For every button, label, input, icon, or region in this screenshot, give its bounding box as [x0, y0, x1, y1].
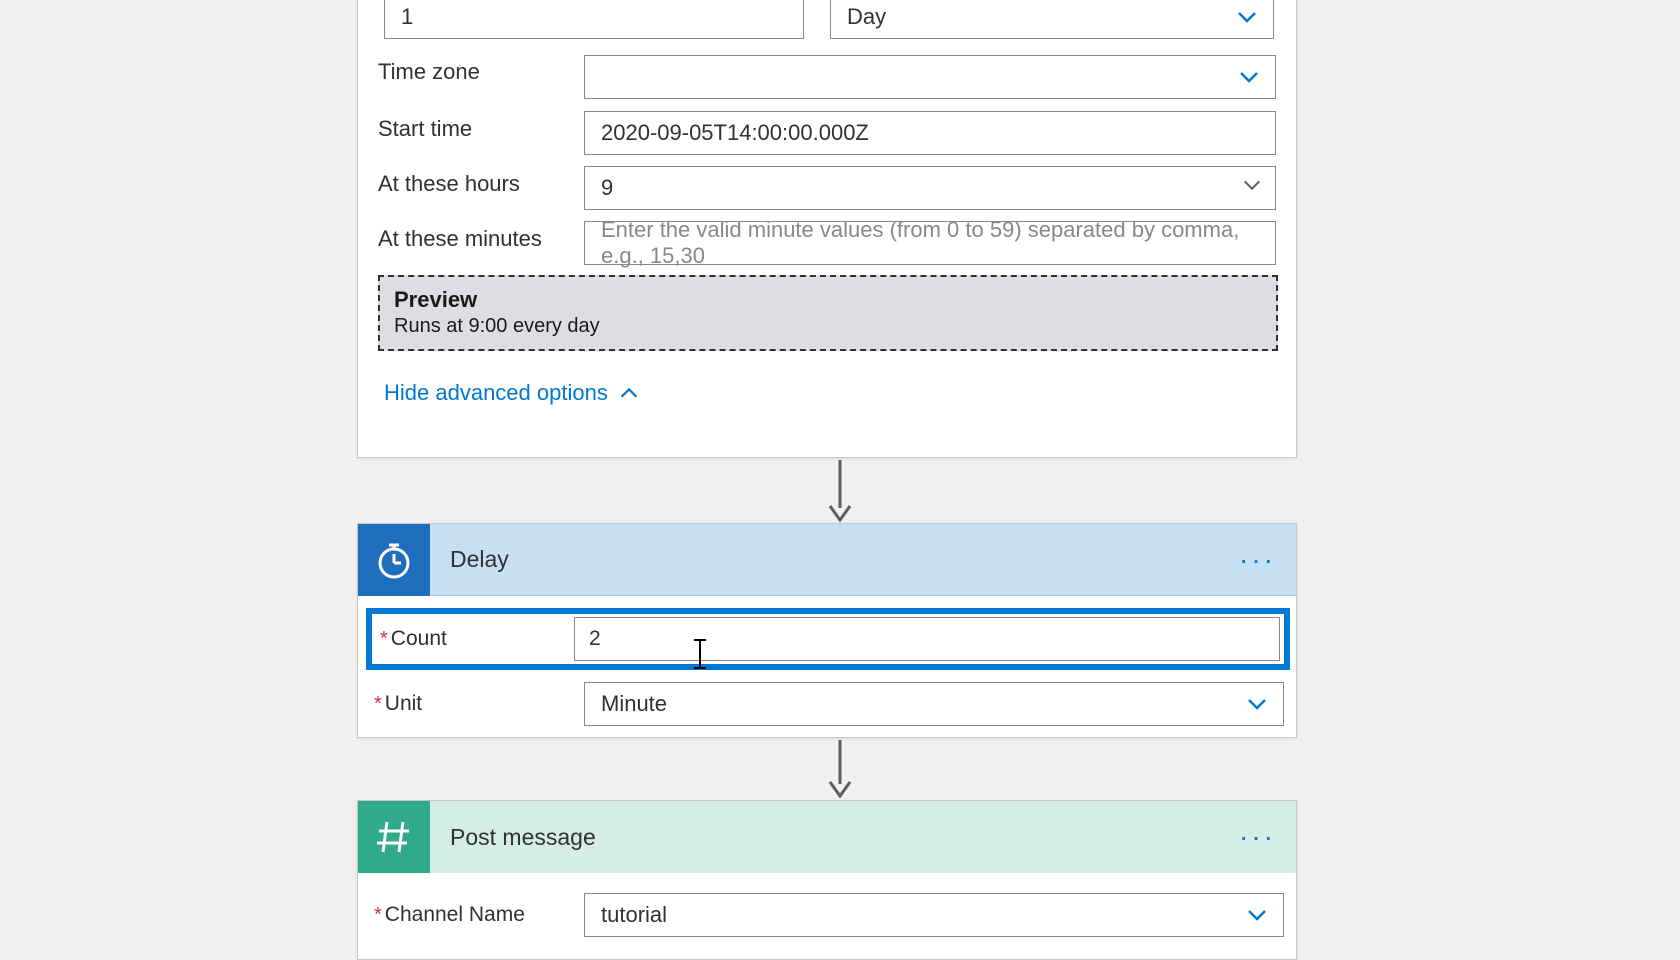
starttime-value: 2020-09-05T14:00:00.000Z	[601, 120, 869, 146]
delay-title: Delay	[450, 546, 509, 573]
chevron-down-icon	[1237, 65, 1261, 89]
hours-label: At these hours	[378, 171, 520, 197]
interval-value: 1	[401, 4, 413, 30]
minutes-label: At these minutes	[378, 226, 542, 252]
hide-advanced-options-link[interactable]: Hide advanced options	[384, 380, 640, 406]
unit-row: * Unit Minute	[374, 682, 1284, 726]
flow-arrow-icon	[820, 460, 860, 522]
post-menu-button[interactable]: ···	[1239, 821, 1276, 853]
starttime-label: Start time	[378, 116, 472, 142]
post-message-step-card: Post message ··· * Channel Name tutorial	[357, 800, 1297, 960]
delay-step-card: Delay ··· * Count 2 * Unit Minute	[357, 523, 1297, 738]
count-input[interactable]: 2	[574, 617, 1280, 661]
hide-advanced-options-label: Hide advanced options	[384, 380, 608, 406]
channel-dropdown[interactable]: tutorial	[584, 893, 1284, 937]
post-card-header[interactable]: Post message ···	[358, 801, 1296, 873]
count-value: 2	[589, 627, 601, 651]
channel-row: * Channel Name tutorial	[374, 893, 1284, 937]
unit-label: Unit	[385, 692, 422, 716]
flow-arrow-icon	[820, 740, 860, 798]
chevron-down-icon	[1245, 903, 1269, 927]
recurrence-step-card: Interval 1 Frequency Day Time zone Start…	[357, 0, 1297, 458]
chevron-up-icon	[618, 382, 640, 404]
text-cursor-icon	[692, 636, 708, 677]
required-indicator: *	[380, 628, 388, 651]
required-indicator: *	[374, 904, 382, 927]
channel-label: Channel Name	[385, 903, 525, 927]
minutes-input[interactable]: Enter the valid minute values (from 0 to…	[584, 221, 1276, 265]
timezone-dropdown[interactable]	[584, 55, 1276, 99]
chevron-down-icon	[1235, 5, 1259, 29]
channel-value: tutorial	[601, 902, 667, 928]
hours-value: 9	[601, 175, 613, 201]
count-row-highlight: * Count 2	[366, 608, 1290, 670]
delay-card-header[interactable]: Delay ···	[358, 524, 1296, 596]
delay-icon	[358, 524, 430, 596]
chevron-down-icon	[1245, 692, 1269, 716]
preview-text: Runs at 9:00 every day	[394, 315, 1262, 338]
unit-value: Minute	[601, 691, 667, 717]
chevron-down-icon	[1241, 174, 1263, 202]
post-title: Post message	[450, 824, 596, 851]
frequency-dropdown[interactable]: Day	[830, 0, 1274, 39]
minutes-placeholder: Enter the valid minute values (from 0 to…	[601, 217, 1259, 269]
preview-title: Preview	[394, 287, 1262, 313]
timezone-label: Time zone	[378, 59, 480, 85]
starttime-input[interactable]: 2020-09-05T14:00:00.000Z	[584, 111, 1276, 155]
count-label: Count	[391, 627, 447, 651]
hash-icon	[358, 801, 430, 873]
unit-dropdown[interactable]: Minute	[584, 682, 1284, 726]
required-indicator: *	[374, 693, 382, 716]
interval-input[interactable]: 1	[384, 0, 804, 39]
hours-dropdown[interactable]: 9	[584, 166, 1276, 210]
recurrence-preview: Preview Runs at 9:00 every day	[378, 275, 1278, 351]
frequency-value: Day	[847, 4, 886, 30]
delay-menu-button[interactable]: ···	[1239, 544, 1276, 576]
